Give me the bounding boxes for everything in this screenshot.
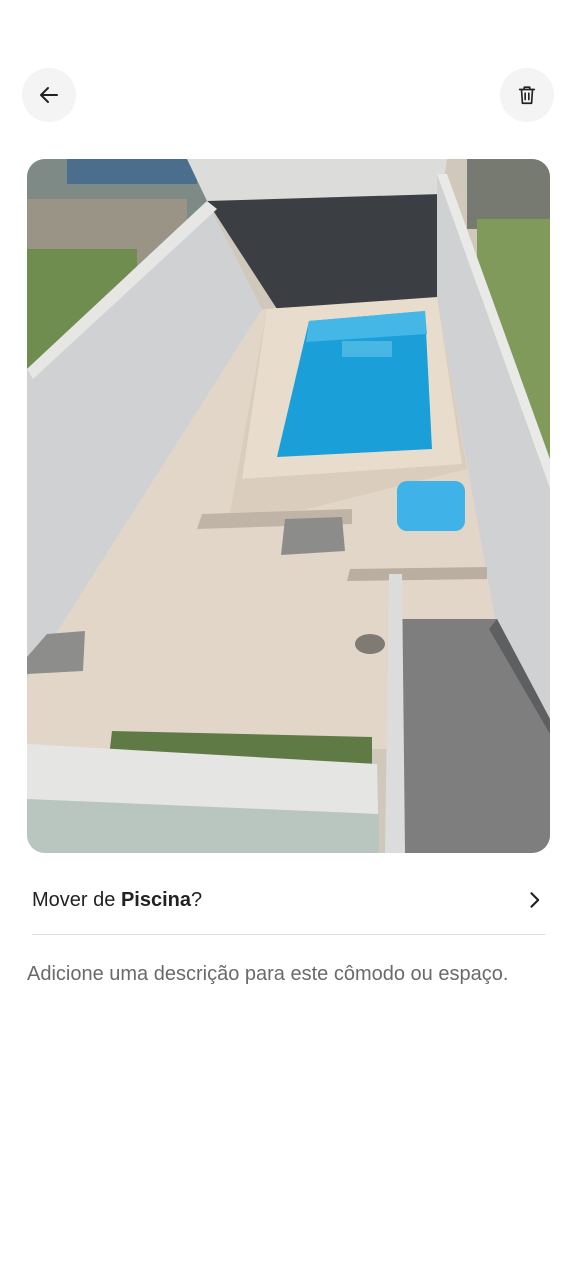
pool-photo-illustration	[27, 159, 550, 853]
divider	[32, 934, 545, 935]
move-photo-row[interactable]: Mover de Piscina?	[32, 866, 546, 934]
back-button[interactable]	[22, 68, 76, 122]
current-room-name: Piscina	[120, 888, 191, 911]
description-input[interactable]: Adicione uma descrição para este cômodo …	[27, 958, 527, 991]
move-prefix: Mover de	[32, 888, 121, 911]
move-photo-label: Mover de Piscina?	[32, 889, 202, 912]
trash-icon	[518, 86, 536, 105]
delete-photo-button[interactable]	[500, 68, 554, 122]
move-suffix: ?	[190, 888, 203, 911]
arrow-left-icon	[40, 87, 58, 103]
room-photo[interactable]	[27, 159, 550, 853]
chevron-right-icon	[522, 888, 546, 912]
top-bar	[22, 68, 554, 122]
